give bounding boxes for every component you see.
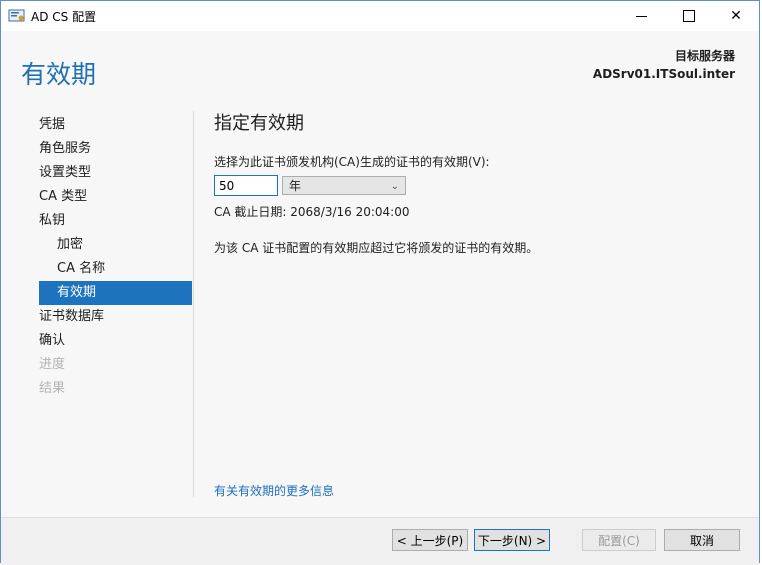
validity-period-row: 年 ⌄: [214, 175, 734, 196]
configure-button[interactable]: 配置(C): [582, 529, 656, 551]
ad-cs-config-window: AD CS 配置 ✕ 有效期 目标服务器 ADSrv01.ITSoul.inte…: [0, 0, 760, 565]
next-button[interactable]: 下一步(N) >: [474, 529, 550, 551]
close-icon: ✕: [730, 8, 742, 24]
section-title: 指定有效期: [214, 113, 304, 134]
nav-item-private-key[interactable]: 私钥: [39, 209, 192, 233]
wizard-nav: 凭据 角色服务 设置类型 CA 类型 私钥 加密 CA 名称 有效期 证书数据库…: [39, 113, 192, 401]
nav-item-ca-name[interactable]: CA 名称: [39, 257, 192, 281]
nav-item-confirmation[interactable]: 确认: [39, 329, 192, 353]
nav-item-certificate-database[interactable]: 证书数据库: [39, 305, 192, 329]
chevron-down-icon: ⌄: [390, 181, 399, 192]
nav-item-results: 结果: [39, 381, 66, 396]
validity-content: 指定有效期 选择为此证书颁发机构(CA)生成的证书的有效期(V): 年 ⌄ CA…: [214, 109, 734, 256]
more-info-link[interactable]: 有关有效期的更多信息: [214, 482, 334, 499]
wizard-header: 有效期 目标服务器 ADSrv01.ITSoul.inter: [1, 31, 759, 103]
validity-note: 为该 CA 证书配置的有效期应超过它将颁发的证书的有效期。: [214, 241, 539, 255]
nav-item-ca-type[interactable]: CA 类型: [39, 185, 192, 209]
nav-item-role-services[interactable]: 角色服务: [39, 137, 192, 161]
minimize-button[interactable]: [618, 1, 664, 31]
nav-item-setup-type[interactable]: 设置类型: [39, 161, 192, 185]
page-title: 有效期: [21, 60, 97, 89]
previous-button[interactable]: < 上一步(P): [392, 529, 468, 551]
validity-period-label: 选择为此证书颁发机构(CA)生成的证书的有效期(V):: [214, 155, 490, 169]
validity-unit-value: 年: [289, 179, 302, 193]
nav-item-progress: 进度: [39, 357, 66, 372]
close-button[interactable]: ✕: [713, 1, 759, 31]
wizard-body: 凭据 角色服务 设置类型 CA 类型 私钥 加密 CA 名称 有效期 证书数据库…: [1, 103, 759, 517]
nav-item-cryptography[interactable]: 加密: [39, 233, 192, 257]
maximize-icon: [683, 10, 695, 22]
nav-item-credentials[interactable]: 凭据: [39, 113, 192, 137]
title-bar[interactable]: AD CS 配置 ✕: [1, 1, 759, 31]
window-title: AD CS 配置: [31, 10, 97, 24]
nav-divider: [193, 111, 194, 497]
certificate-app-icon: [8, 9, 25, 22]
maximize-button[interactable]: [666, 1, 712, 31]
ca-expiration-date: CA 截止日期: 2068/3/16 20:04:00: [214, 205, 410, 219]
target-server-label: 目标服务器: [674, 49, 735, 63]
validity-unit-select[interactable]: 年 ⌄: [282, 176, 406, 195]
wizard-footer: < 上一步(P) 下一步(N) > 配置(C) 取消: [1, 517, 759, 565]
cancel-button[interactable]: 取消: [664, 529, 740, 551]
validity-period-input[interactable]: [214, 175, 278, 196]
target-server-value: ADSrv01.ITSoul.inter: [592, 67, 735, 81]
minimize-icon: [635, 15, 647, 17]
nav-item-validity-period[interactable]: 有效期: [39, 281, 192, 305]
